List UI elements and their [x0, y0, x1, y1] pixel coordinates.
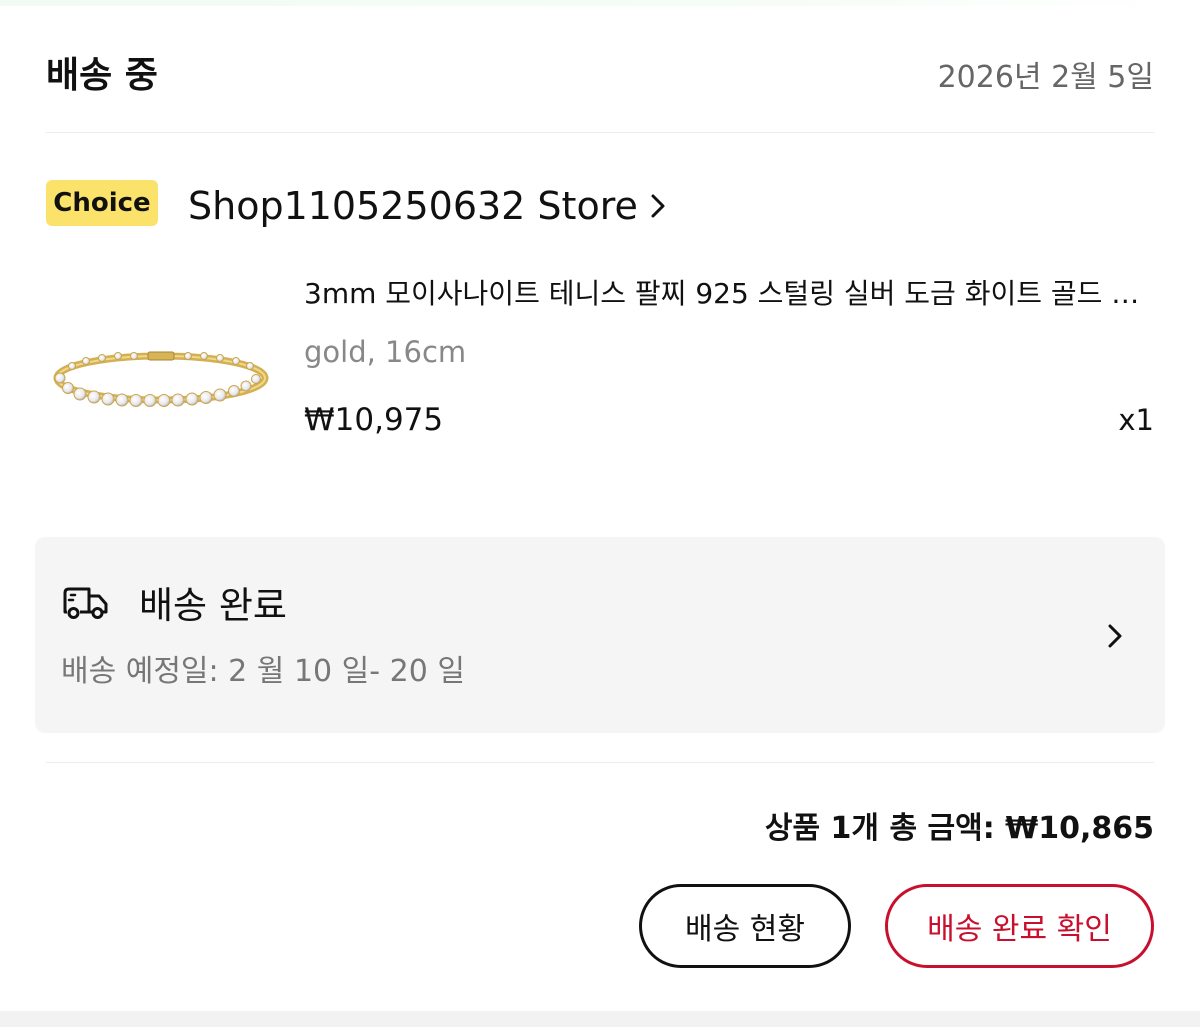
truck-icon: [63, 587, 108, 619]
shipping-status: 배송 완료: [139, 584, 287, 627]
header-divider: [46, 132, 1154, 133]
order-status-title: 배송 중: [46, 55, 158, 96]
track-shipment-button[interactable]: 배송 현황: [639, 884, 851, 968]
product-variant: gold, 16cm: [304, 335, 467, 369]
shipping-status-card[interactable]: 배송 완료 배송 예정일: 2 월 10 일- 20 일: [35, 537, 1165, 733]
order-card: 배송 중 2026년 2월 5일 Choice Shop1105250632 S…: [0, 6, 1200, 1011]
bottom-separator: [0, 1011, 1200, 1027]
product-title[interactable]: 3mm 모이사나이트 테니스 팔찌 925 스털링 실버 도금 화이트 골드 팔…: [304, 274, 1154, 314]
confirm-delivery-button[interactable]: 배송 완료 확인: [885, 884, 1154, 968]
store-link[interactable]: Shop1105250632 Store: [188, 181, 668, 231]
product-quantity: x1: [1118, 403, 1154, 437]
summary-divider: [46, 762, 1154, 763]
product-price: ₩10,975: [304, 402, 444, 438]
order-date: 2026년 2월 5일: [937, 60, 1154, 95]
chevron-right-icon: [651, 194, 665, 218]
choice-badge: Choice: [46, 180, 158, 226]
product-image[interactable]: [46, 326, 276, 436]
shipping-eta: 배송 예정일: 2 월 10 일- 20 일: [61, 654, 465, 689]
order-total: 상품 1개 총 금액: ₩10,865: [764, 811, 1154, 846]
chevron-right-icon: [1108, 624, 1122, 648]
store-name: Shop1105250632 Store: [188, 184, 638, 228]
